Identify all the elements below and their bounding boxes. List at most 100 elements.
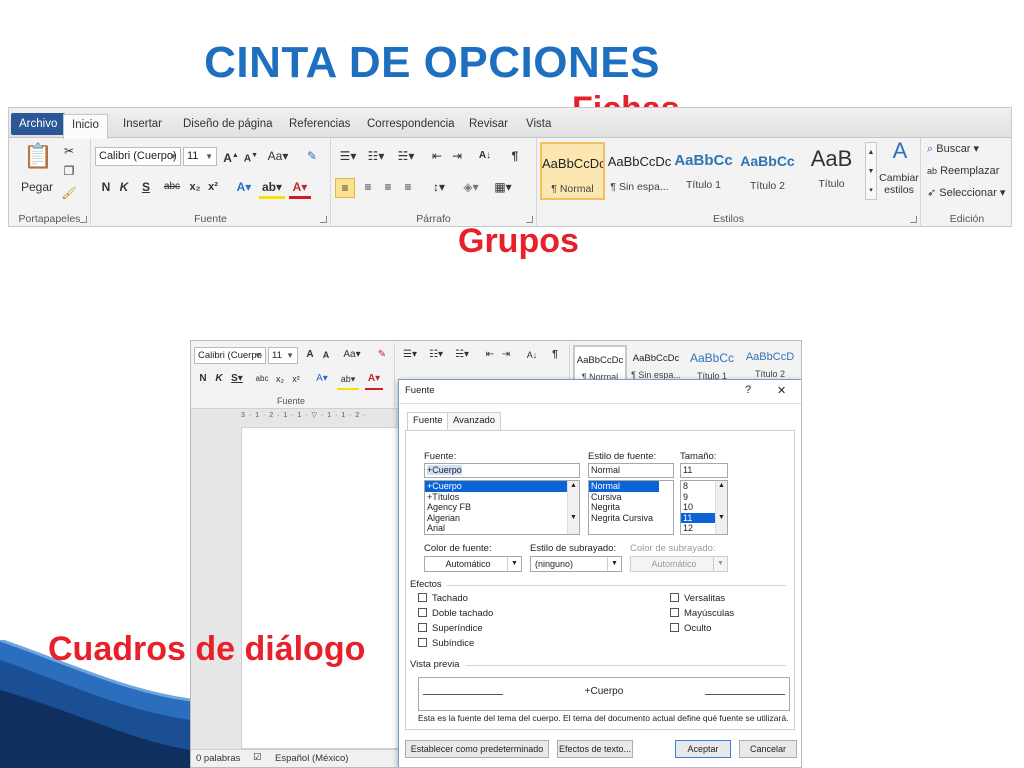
paste-button[interactable]: Pegar xyxy=(19,178,55,196)
size-input[interactable]: 11 xyxy=(680,463,728,478)
increase-indent-icon[interactable]: ⇥ xyxy=(449,147,465,165)
list-item[interactable]: Normal xyxy=(589,481,659,492)
grow-font-icon[interactable]: A xyxy=(303,346,317,364)
reemplazar-button[interactable]: ab Reemplazar xyxy=(927,162,1011,180)
shading-icon[interactable]: ◈▾ xyxy=(459,178,483,196)
style-normal[interactable]: AaBbCcDc ¶ Normal xyxy=(540,142,605,200)
bullets-icon[interactable]: ☰▾ xyxy=(337,147,359,165)
checkbox-doble-tachado[interactable]: Doble tachado xyxy=(418,608,493,619)
tab-avanzado[interactable]: Avanzado xyxy=(447,412,502,430)
change-case-icon[interactable]: Aa▾ xyxy=(267,147,289,165)
tab-correspondencia[interactable]: Correspondencia xyxy=(359,114,463,138)
size-list[interactable]: 8 9 10 11 12 ▲ ▼ xyxy=(680,480,728,535)
font-color-icon[interactable]: A▾ xyxy=(365,370,383,390)
checkbox-superindice[interactable]: Superíndice xyxy=(418,623,483,634)
sort-icon[interactable]: A↓ xyxy=(525,346,539,364)
cut-icon[interactable]: ✂ xyxy=(61,142,77,160)
line-spacing-icon[interactable]: ↕▾ xyxy=(427,178,451,196)
superscript-icon[interactable]: x² xyxy=(205,178,221,196)
document-page[interactable] xyxy=(241,427,401,749)
font-name-combo[interactable]: Calibri (Cuerpo) ▼ xyxy=(95,147,181,166)
copy-icon[interactable]: ❐ xyxy=(61,162,77,180)
list-item[interactable]: +Títulos xyxy=(425,492,579,503)
clear-format-icon[interactable]: ✎ xyxy=(303,147,321,165)
strikethrough-button[interactable]: abc xyxy=(161,178,183,196)
bold-button[interactable]: N xyxy=(99,178,113,196)
styles-scroll[interactable]: ▲ ▼ ▾ xyxy=(865,142,877,200)
checkbox-subindice[interactable]: Subíndice xyxy=(418,638,474,649)
dialog-launcher-icon[interactable] xyxy=(80,216,87,223)
scrollbar[interactable]: ▲ ▼ xyxy=(715,481,727,534)
subscript-icon[interactable]: x₂ xyxy=(187,178,203,196)
checkbox-mayusculas[interactable]: Mayúsculas xyxy=(670,608,734,619)
tab-archivo[interactable]: Archivo xyxy=(11,113,66,135)
close-icon[interactable]: ✕ xyxy=(777,384,786,397)
highlight-color-icon[interactable]: ab▾ xyxy=(259,178,285,199)
tab-revisar[interactable]: Revisar xyxy=(461,114,516,138)
font-list[interactable]: +Cuerpo +Títulos Agency FB Algerian Aria… xyxy=(424,480,580,535)
set-default-button[interactable]: Establecer como predeterminado xyxy=(405,740,549,758)
decrease-indent-icon[interactable]: ⇤ xyxy=(429,147,445,165)
change-styles-icon[interactable]: A xyxy=(881,140,919,162)
list-item[interactable]: Cursiva xyxy=(589,492,673,503)
multilevel-list-icon[interactable]: ☵▾ xyxy=(451,346,473,364)
font-color-icon[interactable]: A▾ xyxy=(289,178,311,199)
style-sin-espaciado[interactable]: AaBbCcDc ¶ Sin espa... xyxy=(607,142,672,200)
clear-format-icon[interactable]: ✎ xyxy=(375,346,389,364)
dialog-launcher-icon[interactable] xyxy=(526,216,533,223)
text-effects-icon[interactable]: A▾ xyxy=(313,370,331,388)
tab-referencias[interactable]: Referencias xyxy=(281,114,358,138)
format-painter-icon[interactable]: 🖌 xyxy=(61,184,77,202)
pilcrow-icon[interactable]: ¶ xyxy=(507,147,523,165)
highlight-color-icon[interactable]: ab▾ xyxy=(337,370,359,390)
align-left-icon[interactable]: ≡ xyxy=(335,178,355,198)
change-styles-button[interactable]: Cambiar estilos xyxy=(877,172,921,196)
buscar-button[interactable]: ⌕ Buscar ▾ xyxy=(927,140,1011,158)
tab-insertar[interactable]: Insertar xyxy=(115,114,170,138)
numbering-icon[interactable]: ☷▾ xyxy=(425,346,447,364)
pilcrow-icon[interactable]: ¶ xyxy=(549,346,561,364)
style-titulo-1[interactable]: AaBbCc Título 1 xyxy=(671,142,736,200)
font-color-dropdown[interactable]: Automático ▼ xyxy=(424,556,522,572)
subscript-icon[interactable]: x₂ xyxy=(273,370,287,388)
text-effects-icon[interactable]: A▾ xyxy=(233,178,255,196)
seleccionar-button[interactable]: ➶ Seleccionar ▾ xyxy=(927,184,1011,202)
scrollbar[interactable]: ▲ ▼ xyxy=(567,481,579,534)
checkbox-oculto[interactable]: Oculto xyxy=(670,623,711,634)
checkbox-tachado[interactable]: Tachado xyxy=(418,593,468,604)
list-item[interactable]: +Cuerpo xyxy=(425,481,579,492)
list-item[interactable]: Negrita Cursiva xyxy=(589,513,673,524)
list-item[interactable]: Agency FB xyxy=(425,502,579,513)
strikethrough-button[interactable]: abc xyxy=(253,370,271,388)
style-titulo-2[interactable]: AaBbCc Título 2 xyxy=(735,142,800,200)
font-name-combo[interactable]: Calibri (Cuerpo ▼ xyxy=(194,347,266,364)
change-case-icon[interactable]: Aa▾ xyxy=(341,346,363,364)
align-right-icon[interactable]: ≡ xyxy=(379,178,397,196)
style-input[interactable]: Normal xyxy=(588,463,674,478)
bold-button[interactable]: N xyxy=(197,370,209,388)
underline-style-dropdown[interactable]: (ninguno) ▼ xyxy=(530,556,622,572)
underline-button[interactable]: S▾ xyxy=(229,370,245,388)
multilevel-list-icon[interactable]: ☵▾ xyxy=(395,147,417,165)
grow-font-icon[interactable]: A▲ xyxy=(223,147,239,167)
shrink-font-icon[interactable]: A▼ xyxy=(243,147,259,168)
tab-diseno-pagina[interactable]: Diseño de página xyxy=(175,114,281,138)
list-item[interactable]: Arial xyxy=(425,523,579,534)
text-effects-button[interactable]: Efectos de texto... xyxy=(557,740,633,758)
superscript-icon[interactable]: x² xyxy=(289,370,303,388)
font-size-combo[interactable]: 11 ▼ xyxy=(183,147,217,166)
checkbox-versalitas[interactable]: Versalitas xyxy=(670,593,725,604)
increase-indent-icon[interactable]: ⇥ xyxy=(499,346,513,364)
borders-icon[interactable]: ▦▾ xyxy=(491,178,515,196)
justify-icon[interactable]: ≡ xyxy=(399,178,417,196)
tab-inicio[interactable]: Inicio xyxy=(63,114,108,139)
align-center-icon[interactable]: ≡ xyxy=(359,178,377,196)
proofing-icon[interactable]: ☑ xyxy=(253,752,262,763)
italic-button[interactable]: K xyxy=(117,178,131,196)
help-icon[interactable]: ? xyxy=(745,384,751,396)
dialog-launcher-icon[interactable] xyxy=(320,216,327,223)
sort-icon[interactable]: A↓ xyxy=(477,147,493,165)
clipboard-icon[interactable]: 📋 xyxy=(23,142,53,172)
list-item[interactable]: Algerian xyxy=(425,513,579,524)
list-item[interactable]: Negrita xyxy=(589,502,673,513)
